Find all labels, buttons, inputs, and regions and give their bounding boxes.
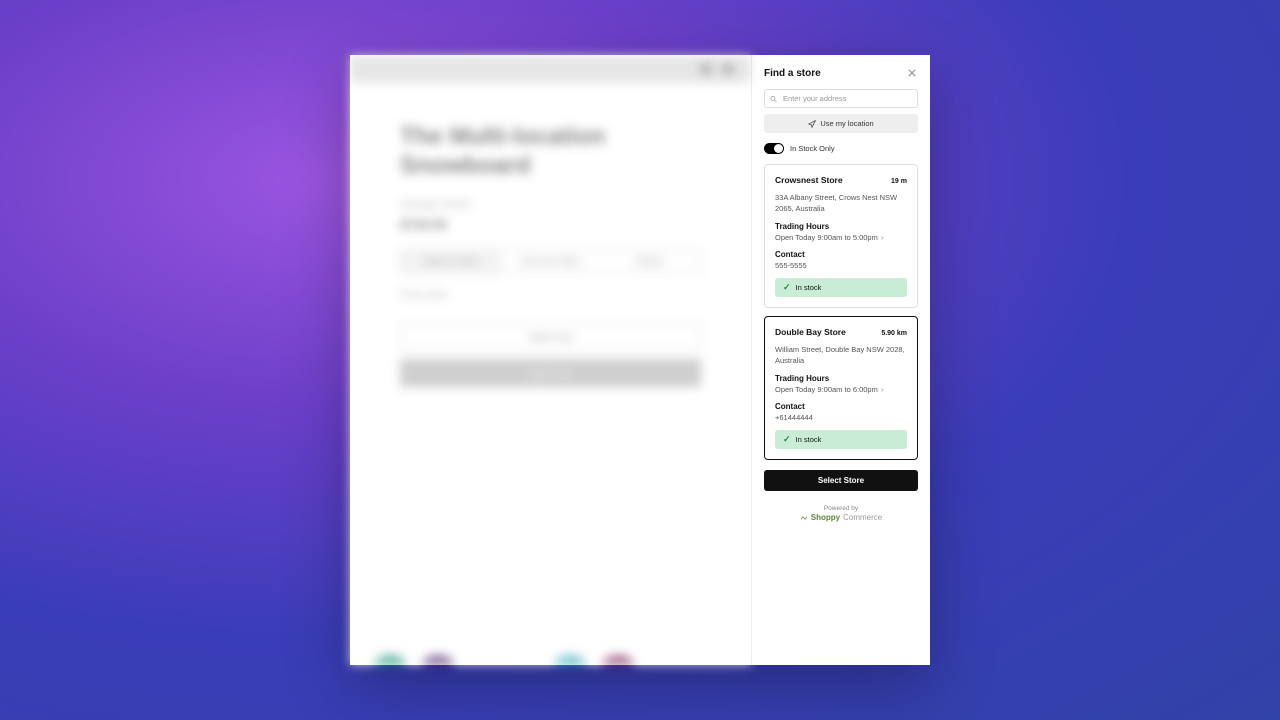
product-vendor: Hydrogen Vendor bbox=[400, 199, 701, 209]
buy-now-button: Buy it now bbox=[400, 359, 701, 387]
panel-title: Find a store bbox=[764, 68, 821, 79]
store-name: Crowsnest Store bbox=[775, 175, 843, 185]
chevron-right-icon: › bbox=[881, 233, 884, 242]
contact-value: +61444444 bbox=[775, 413, 907, 422]
location-arrow-icon bbox=[808, 120, 816, 128]
in-stock-label: In Stock Only bbox=[790, 144, 835, 153]
contact-title: Contact bbox=[775, 250, 907, 259]
use-location-label: Use my location bbox=[820, 119, 873, 128]
search-icon bbox=[701, 64, 711, 74]
find-store-label: Find a store bbox=[400, 289, 701, 299]
search-icon bbox=[770, 95, 777, 102]
find-store-panel: Find a store Use my location In Stock On… bbox=[752, 55, 930, 665]
brand-logo-icon bbox=[800, 514, 808, 522]
tab-delivery: Delivery bbox=[600, 251, 700, 272]
brand-name: Shoppy bbox=[811, 513, 840, 522]
product-thumbnail bbox=[418, 655, 458, 665]
check-icon: ✓ bbox=[783, 282, 791, 293]
add-to-cart-button: Add to cart bbox=[400, 323, 701, 351]
stock-label: In stock bbox=[796, 435, 822, 444]
stock-label: In stock bbox=[796, 283, 822, 292]
product-price: $729.95 bbox=[400, 217, 701, 232]
contact-title: Contact bbox=[775, 402, 907, 411]
store-card[interactable]: Crowsnest Store 19 m 33A Albany Street, … bbox=[764, 164, 918, 308]
fulfillment-tabs: Search in Store Click and Collect Delive… bbox=[400, 250, 701, 273]
trading-hours[interactable]: Open Today 9:00am to 5:00pm › bbox=[775, 233, 907, 242]
chevron-right-icon: › bbox=[881, 385, 884, 394]
store-name: Double Bay Store bbox=[775, 327, 846, 337]
in-stock-toggle[interactable] bbox=[764, 143, 784, 154]
product-thumbnail bbox=[370, 655, 410, 665]
stock-badge: ✓ In stock bbox=[775, 278, 907, 297]
select-store-button[interactable]: Select Store bbox=[764, 470, 918, 491]
product-title: The Multi-location Snowboard bbox=[400, 123, 701, 181]
powered-by-label: Powered by bbox=[764, 505, 918, 512]
brand-sub: Commerce bbox=[843, 513, 882, 522]
check-icon: ✓ bbox=[783, 434, 791, 445]
address-input[interactable] bbox=[764, 89, 918, 108]
app-window: The Multi-location Snowboard Hydrogen Ve… bbox=[350, 55, 930, 665]
store-card[interactable]: Double Bay Store 5.90 km William Street,… bbox=[764, 316, 918, 460]
stock-badge: ✓ In stock bbox=[775, 430, 907, 449]
store-distance: 19 m bbox=[891, 178, 907, 185]
product-thumbnail bbox=[550, 655, 590, 665]
trading-hours-title: Trading Hours bbox=[775, 374, 907, 383]
tab-click-collect: Click and Collect bbox=[501, 251, 601, 272]
close-button[interactable] bbox=[906, 67, 918, 79]
product-thumbnail bbox=[598, 655, 638, 665]
product-page-blurred: The Multi-location Snowboard Hydrogen Ve… bbox=[350, 55, 751, 665]
close-icon bbox=[908, 69, 916, 77]
cart-icon bbox=[723, 64, 733, 74]
powered-by: Powered by Shoppy Commerce bbox=[764, 505, 918, 522]
contact-value: 555-5555 bbox=[775, 261, 907, 270]
store-distance: 5.90 km bbox=[881, 330, 907, 337]
trading-hours[interactable]: Open Today 9:00am to 6:00pm › bbox=[775, 385, 907, 394]
trading-hours-title: Trading Hours bbox=[775, 222, 907, 231]
use-my-location-button[interactable]: Use my location bbox=[764, 114, 918, 133]
tab-search-store: Search in Store bbox=[401, 251, 501, 272]
store-address: 33A Albany Street, Crows Nest NSW 2065, … bbox=[775, 193, 907, 214]
store-address: William Street, Double Bay NSW 2028, Aus… bbox=[775, 345, 907, 366]
